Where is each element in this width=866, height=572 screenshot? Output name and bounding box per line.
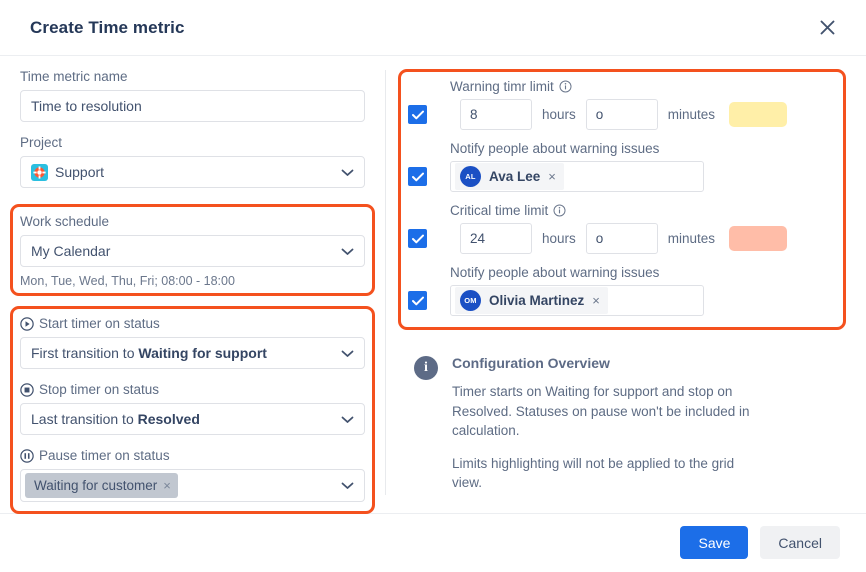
chevron-down-icon	[341, 477, 354, 495]
info-circle-icon[interactable]	[553, 204, 566, 217]
pause-circle-icon	[20, 448, 34, 463]
pause-timer-label: Pause timer on status	[20, 448, 365, 463]
critical-limit-label-text: Critical time limit	[450, 203, 549, 218]
close-icon[interactable]	[810, 11, 844, 45]
pause-timer-multiselect[interactable]: Waiting for customer ×	[20, 469, 365, 502]
configuration-overview-paragraph-2: Limits highlighting will not be applied …	[452, 455, 735, 491]
critical-minutes-input[interactable]	[585, 223, 658, 254]
critical-notify-checkbox[interactable]	[408, 291, 427, 310]
time-metric-name-control[interactable]	[20, 90, 365, 122]
info-circle-icon: i	[414, 356, 438, 380]
warning-limit-label: Warning timr limit	[450, 79, 836, 94]
project-field: Project Support	[20, 135, 365, 188]
left-column: Time metric name Project	[0, 56, 385, 514]
cancel-button[interactable]: Cancel	[760, 526, 840, 559]
timer-status-group: Start timer on status First transition t…	[10, 306, 375, 514]
start-timer-field: Start timer on status First transition t…	[20, 316, 365, 369]
warning-color-swatch[interactable]	[729, 102, 788, 127]
project-label: Project	[20, 135, 63, 150]
critical-notify-row: OM Olivia Martinez ×	[408, 285, 836, 316]
stop-timer-value: Last transition to Resolved	[31, 411, 200, 427]
save-button[interactable]: Save	[680, 526, 749, 559]
critical-limit-block: Critical time limit 24 hours o minutes	[408, 203, 836, 254]
person-chip[interactable]: OM Olivia Martinez ×	[455, 287, 608, 314]
pause-timer-field: Pause timer on status Waiting for custom…	[20, 448, 365, 502]
person-chip-label: Olivia Martinez	[489, 293, 585, 308]
start-timer-value: First transition to Waiting for support	[31, 345, 267, 361]
critical-hours-input[interactable]	[460, 223, 532, 254]
chip-remove-icon[interactable]: ×	[163, 478, 171, 493]
stop-timer-field: Stop timer on status Last transition to …	[20, 382, 365, 435]
limits-group: Warning timr limit 8 hours o minutes Not…	[398, 69, 846, 330]
chevron-down-icon	[341, 345, 354, 361]
chevron-down-icon	[341, 411, 354, 427]
critical-limit-label: Critical time limit	[450, 203, 836, 218]
time-metric-name-label: Time metric name	[20, 69, 128, 84]
info-circle-icon[interactable]	[559, 80, 572, 93]
dialog-body: Time metric name Project	[0, 56, 866, 514]
stop-timer-label-text: Stop timer on status	[39, 382, 160, 397]
play-circle-icon	[20, 316, 34, 331]
start-timer-label-text: Start timer on status	[39, 316, 160, 331]
work-schedule-value: My Calendar	[31, 243, 111, 259]
start-timer-select[interactable]: First transition to Waiting for support	[20, 337, 365, 369]
time-metric-name-field: Time metric name	[20, 69, 365, 122]
warning-minutes-unit: minutes	[667, 107, 716, 122]
work-schedule-select[interactable]: My Calendar	[20, 235, 365, 267]
avatar: OM	[460, 290, 481, 311]
chevron-down-icon	[341, 243, 354, 259]
stop-timer-label: Stop timer on status	[20, 382, 365, 397]
status-chip-label: Waiting for customer	[34, 478, 158, 493]
critical-minutes-unit: minutes	[667, 231, 716, 246]
configuration-overview: i Configuration Overview Timer starts on…	[408, 355, 844, 493]
work-schedule-field: Work schedule My Calendar Mon, Tue, Wed,…	[10, 204, 375, 296]
configuration-overview-title: Configuration Overview	[452, 355, 610, 371]
dialog-footer: Save Cancel	[0, 513, 866, 571]
lifebuoy-icon	[31, 163, 48, 181]
avatar: AL	[460, 166, 481, 187]
critical-notify-label: Notify people about warning issues	[450, 265, 660, 280]
critical-color-swatch[interactable]	[729, 226, 788, 251]
warning-limit-checkbox[interactable]	[408, 105, 427, 124]
warning-limit-label-text: Warning timr limit	[450, 79, 554, 94]
warning-notify-people-field[interactable]: AL Ava Lee ×	[450, 161, 704, 192]
warning-minutes-input[interactable]	[585, 99, 658, 130]
page-title: Create Time metric	[30, 17, 185, 37]
dialog-header: Create Time metric	[0, 0, 866, 56]
critical-notify-block: Notify people about warning issues OM Ol…	[408, 265, 836, 316]
chevron-down-icon	[341, 164, 354, 180]
stop-timer-select[interactable]: Last transition to Resolved	[20, 403, 365, 435]
warning-notify-row: AL Ava Lee ×	[408, 161, 836, 192]
project-select[interactable]: Support	[20, 156, 365, 188]
critical-notify-people-field[interactable]: OM Olivia Martinez ×	[450, 285, 704, 316]
work-schedule-label: Work schedule	[20, 214, 110, 229]
critical-limit-row: hours minutes	[408, 223, 836, 254]
create-time-metric-dialog: Create Time metric Time metric name Proj…	[0, 0, 866, 572]
right-column: Warning timr limit 8 hours o minutes Not…	[386, 56, 866, 513]
pause-timer-label-text: Pause timer on status	[39, 448, 170, 463]
project-value: Support	[55, 164, 105, 180]
configuration-overview-paragraph-1: Timer starts on Waiting for support and …	[452, 384, 750, 439]
person-chip-label: Ava Lee	[489, 169, 541, 184]
warning-notify-checkbox[interactable]	[408, 167, 427, 186]
critical-hours-unit: hours	[542, 231, 576, 246]
time-metric-name-input[interactable]	[31, 98, 354, 114]
start-timer-label: Start timer on status	[20, 316, 365, 331]
configuration-overview-text: Configuration Overview Timer starts on W…	[452, 355, 752, 493]
critical-limit-checkbox[interactable]	[408, 229, 427, 248]
warning-limit-row: hours minutes	[408, 99, 836, 130]
warning-limit-block: Warning timr limit 8 hours o minutes	[408, 79, 836, 130]
status-chip[interactable]: Waiting for customer ×	[25, 473, 178, 498]
warning-notify-block: Notify people about warning issues AL Av…	[408, 141, 836, 192]
stop-circle-icon	[20, 382, 34, 397]
chip-remove-icon[interactable]: ×	[592, 293, 600, 308]
warning-hours-unit: hours	[542, 107, 576, 122]
chip-remove-icon[interactable]: ×	[548, 169, 556, 184]
warning-hours-input[interactable]	[460, 99, 532, 130]
work-schedule-helper: Mon, Tue, Wed, Thu, Fri; 08:00 - 18:00	[20, 274, 235, 288]
person-chip[interactable]: AL Ava Lee ×	[455, 163, 564, 190]
warning-notify-label: Notify people about warning issues	[450, 141, 660, 156]
